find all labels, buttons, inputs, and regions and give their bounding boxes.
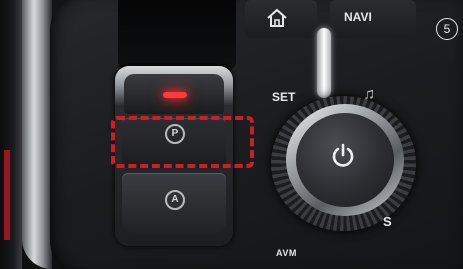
chrome-trim-rail bbox=[22, 0, 52, 269]
set-button[interactable]: SET bbox=[272, 90, 295, 104]
auto-hold-icon: A bbox=[165, 190, 185, 210]
sport-mode-label: S bbox=[383, 214, 392, 229]
step-number-badge: 5 bbox=[436, 18, 458, 40]
navi-button[interactable] bbox=[330, 0, 416, 38]
navi-label: NAVI bbox=[344, 10, 372, 24]
ambient-light-strip bbox=[317, 28, 331, 98]
home-icon bbox=[267, 8, 287, 27]
parking-brake-led bbox=[163, 92, 187, 98]
car-center-console: NAVI SET ♫ P A S AVM 5 bbox=[0, 0, 463, 269]
power-icon bbox=[332, 143, 354, 167]
avm-button[interactable]: AVM bbox=[276, 248, 297, 258]
highlight-box bbox=[111, 116, 254, 168]
door-trim-edge bbox=[0, 0, 22, 269]
gear-selector-slot bbox=[118, 0, 236, 70]
